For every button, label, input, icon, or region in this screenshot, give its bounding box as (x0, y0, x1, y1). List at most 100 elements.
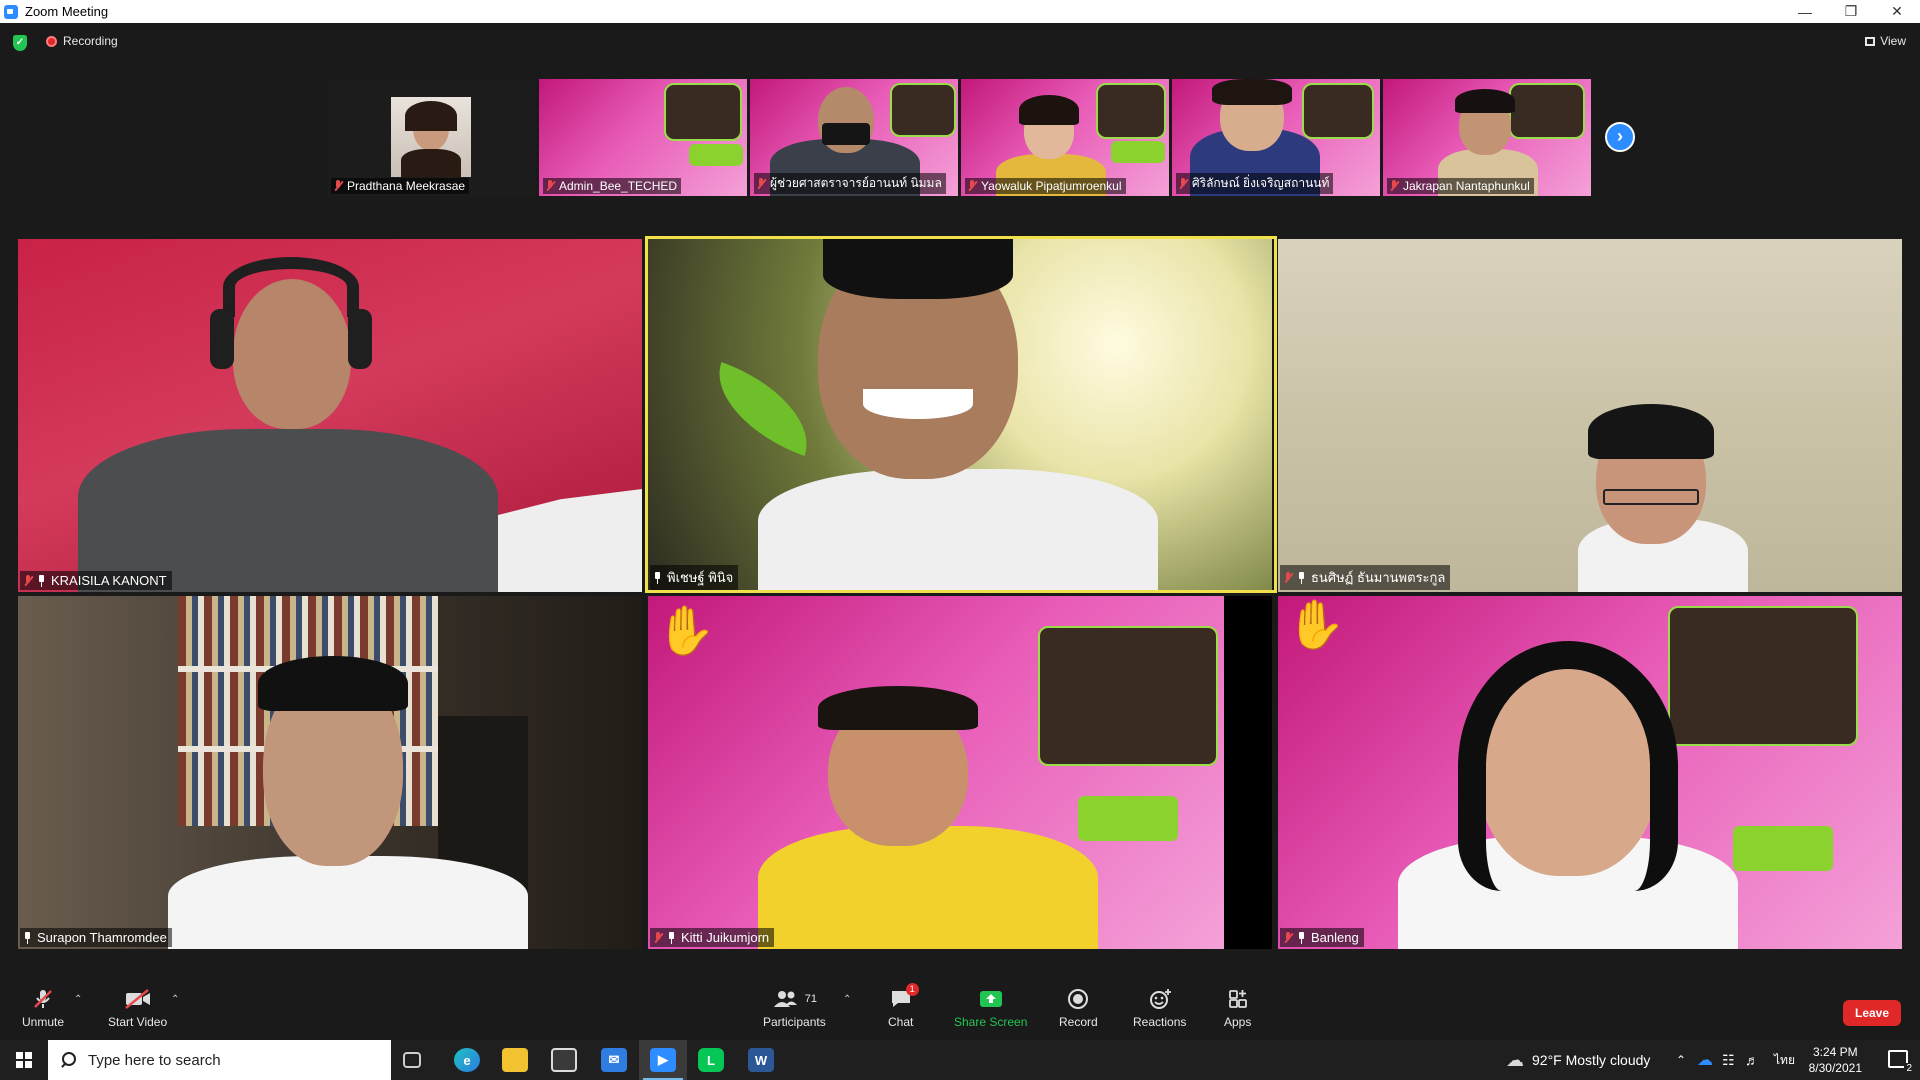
pin-icon (667, 931, 676, 944)
profile-picture (391, 97, 471, 177)
taskbar-search-box[interactable]: Type here to search (48, 1040, 391, 1080)
meeting-toolbar: Unmute ⌃ Start Video ⌃ 71 Participants ⌃… (0, 976, 1920, 1040)
windows-taskbar: Type here to search e ✉ ▶ L W ☁ 92°F Mos… (0, 1040, 1920, 1080)
next-page-button[interactable]: › (1605, 122, 1635, 152)
raised-hand-icon: ✋ (1286, 599, 1346, 652)
chat-button[interactable]: 1 Chat (888, 983, 919, 1029)
windows-logo-icon (16, 1052, 32, 1068)
muted-mic-icon (653, 931, 663, 944)
participant-name: ผู้ช่วยศาสตราจารย์อานนท์ นิมมล (754, 173, 946, 194)
muted-microphone-icon (32, 988, 54, 1010)
video-tile[interactable]: ธนศิษฏ์ ธันมานพตระกูล (1278, 239, 1902, 592)
view-button[interactable]: View (1865, 34, 1906, 48)
reactions-smiley-icon (1148, 988, 1172, 1010)
muted-mic-icon (1283, 571, 1293, 584)
start-video-button[interactable]: Start Video (108, 988, 167, 1029)
line-app-icon[interactable]: L (698, 1048, 724, 1072)
participant-name: Kitti Juikumjorn (650, 928, 775, 947)
minimize-button[interactable]: — (1782, 0, 1828, 23)
muted-mic-icon (1283, 931, 1293, 944)
pin-icon (37, 574, 46, 587)
audio-options-caret-icon[interactable]: ⌃ (74, 994, 82, 1005)
apps-button[interactable]: Apps (1224, 988, 1251, 1029)
edge-browser-icon[interactable]: e (454, 1048, 480, 1072)
word-icon[interactable]: W (748, 1048, 774, 1072)
video-tile[interactable]: ✋ Banleng (1278, 596, 1902, 949)
participants-button[interactable]: 71 Participants (763, 988, 826, 1029)
participant-name: Banleng (1280, 928, 1364, 947)
chat-icon: 1 (889, 983, 919, 1010)
microsoft-store-icon[interactable] (551, 1048, 577, 1072)
muted-mic-icon (967, 180, 977, 192)
network-icon[interactable]: ☷ (1722, 1040, 1735, 1080)
muted-mic-icon (23, 574, 33, 587)
start-button[interactable] (0, 1040, 48, 1080)
video-tile[interactable]: ✋ Kitti Juikumjorn (648, 596, 1272, 949)
thumbnail-tile[interactable]: Jakrapan Nantaphunkul (1383, 79, 1591, 196)
active-speaker-border (645, 236, 1277, 593)
close-button[interactable]: ✕ (1874, 0, 1920, 23)
onedrive-icon[interactable]: ☁ (1697, 1040, 1713, 1080)
view-label: View (1880, 34, 1906, 48)
record-button[interactable]: Record (1059, 988, 1098, 1029)
zoom-icon: ▶ (650, 1048, 676, 1072)
mail-icon[interactable]: ✉ (601, 1048, 627, 1072)
recording-dot-icon (46, 35, 57, 47)
file-explorer-icon[interactable] (502, 1048, 528, 1072)
muted-mic-icon (756, 177, 766, 190)
weather-widget[interactable]: ☁ 92°F Mostly cloudy (1506, 1040, 1650, 1080)
notification-count: 2 (1904, 1063, 1914, 1074)
clock-time: 3:24 PM (1812, 1045, 1858, 1059)
video-tile[interactable]: KRAISILA KANONT (18, 239, 642, 592)
unmute-button[interactable]: Unmute (22, 988, 64, 1029)
pin-icon (23, 931, 32, 944)
thumbnail-tile[interactable]: ศิริลักษณ์ ยิ่งเจริญสถานนท์ (1172, 79, 1380, 196)
search-icon (60, 1052, 76, 1068)
share-screen-icon (979, 988, 1003, 1010)
window-title-bar: Zoom Meeting — ❐ ✕ (0, 0, 1920, 23)
pin-icon (1297, 571, 1306, 584)
clock-date: 8/30/2021 (1808, 1061, 1862, 1075)
share-screen-button[interactable]: Share Screen (954, 988, 1027, 1029)
meeting-top-bar: ✓ Recording View (0, 23, 1920, 63)
video-off-icon (124, 988, 152, 1010)
muted-mic-icon (1389, 180, 1399, 192)
video-options-caret-icon[interactable]: ⌃ (171, 994, 179, 1005)
leave-button[interactable]: Leave (1843, 1000, 1901, 1026)
participant-name: Pradthana Meekrasae (331, 178, 470, 194)
thumbnail-tile[interactable]: Yaowaluk Pipatjumroenkul (961, 79, 1169, 196)
record-icon (1067, 988, 1089, 1010)
volume-icon[interactable]: ♬ (1745, 1040, 1759, 1080)
participant-name: Jakrapan Nantaphunkul (1387, 178, 1534, 194)
system-clock[interactable]: 3:24 PM 8/30/2021 (1809, 1044, 1862, 1076)
show-hidden-icons-button[interactable]: ⌃ (1676, 1040, 1686, 1080)
window-title: Zoom Meeting (25, 4, 109, 19)
participant-name: ธนศิษฏ์ ธันมานพตระกูล (1280, 565, 1451, 590)
recording-indicator[interactable]: Recording (46, 34, 118, 48)
notification-center-icon[interactable]: 2 (1888, 1050, 1914, 1074)
muted-mic-icon (545, 180, 555, 192)
participants-caret-icon[interactable]: ⌃ (843, 994, 851, 1005)
zoom-app-icon (4, 4, 18, 19)
restore-button[interactable]: ❐ (1828, 0, 1874, 23)
thumbnail-tile[interactable]: Pradthana Meekrasae (327, 79, 535, 196)
reactions-button[interactable]: Reactions (1133, 988, 1186, 1029)
grid-view-icon (1865, 36, 1876, 46)
encryption-shield-icon[interactable]: ✓ (13, 35, 27, 51)
video-tile[interactable]: Surapon Thamromdee (18, 596, 642, 949)
pin-icon (1297, 931, 1306, 944)
participant-name: Yaowaluk Pipatjumroenkul (965, 178, 1126, 194)
cloud-icon: ☁ (1506, 1049, 1524, 1070)
participants-count: 71 (804, 993, 817, 1005)
participants-icon: 71 (772, 988, 817, 1010)
task-view-icon[interactable] (403, 1052, 421, 1068)
thumbnail-tile[interactable]: Admin_Bee_TECHED (539, 79, 747, 196)
thumbnail-tile[interactable]: ผู้ช่วยศาสตราจารย์อานนท์ นิมมล (750, 79, 958, 196)
search-placeholder: Type here to search (88, 1051, 221, 1069)
participant-name: ศิริลักษณ์ ยิ่งเจริญสถานนท์ (1176, 173, 1334, 194)
chat-badge: 1 (905, 983, 919, 996)
recording-label: Recording (63, 34, 118, 48)
apps-icon (1227, 988, 1249, 1010)
input-language[interactable]: ไทย (1774, 1040, 1795, 1080)
participant-name: Surapon Thamromdee (20, 928, 172, 947)
